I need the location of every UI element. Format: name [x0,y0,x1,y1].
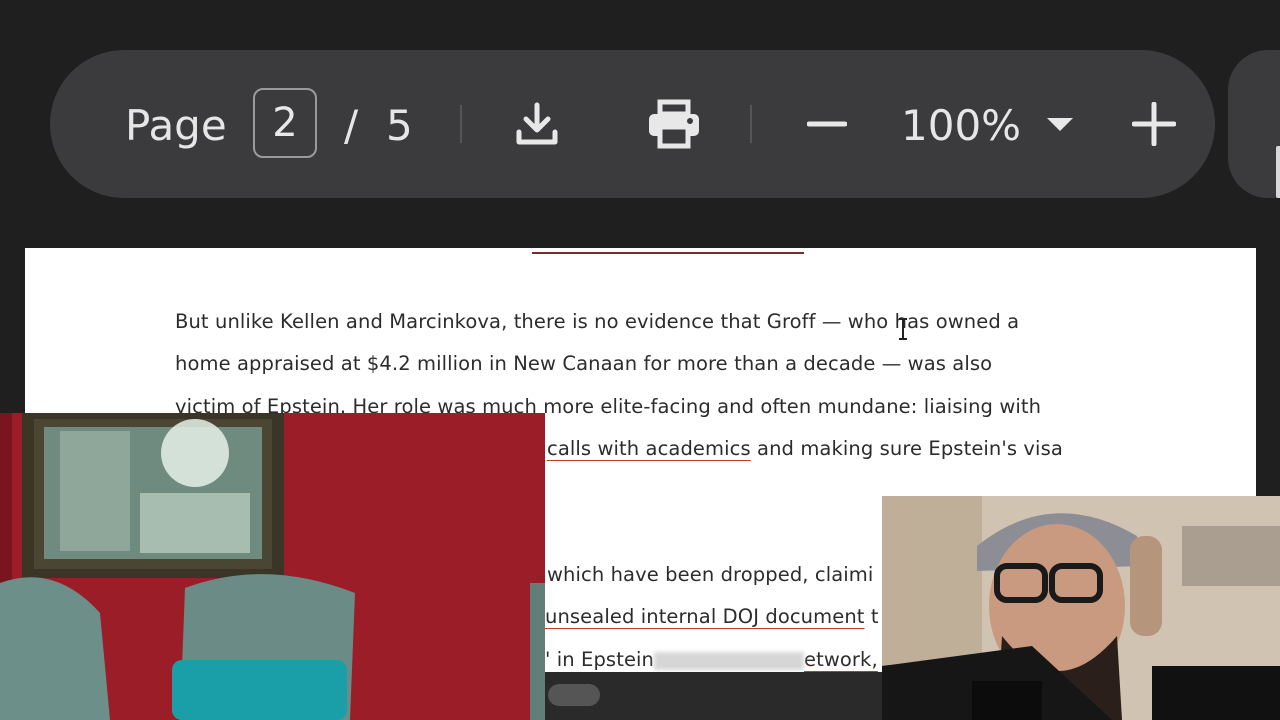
zoom-in-button[interactable] [1124,94,1184,154]
toolbar-overflow-section[interactable] [1228,50,1280,198]
horizontal-scrollbar-thumb[interactable] [548,684,600,706]
total-pages: 5 [386,101,413,150]
doc-line: But unlike Kellen and Marcinkova, there … [175,310,1020,333]
sidebar-toggle-icon [1276,146,1280,198]
zoom-out-icon [807,121,847,127]
text-cursor-icon [899,318,907,340]
download-icon [516,102,558,145]
redacted-blur [654,651,805,670]
page-number-input[interactable] [253,88,317,158]
zoom-dropdown-button[interactable] [1030,94,1090,154]
toolbar-divider [750,105,752,143]
print-icon [649,99,699,149]
print-button[interactable] [644,94,704,154]
zoom-dropdown-icon [1047,118,1073,131]
doc-line: which have been dropped, claimi [547,563,874,586]
link-underline-fragment [532,252,804,254]
network-link[interactable]: etwork, [804,648,878,671]
room-video-frame [0,413,545,720]
doc-line: ' in Epstein etwork, [545,648,878,671]
doc-line: home appraised at $4.2 million in New Ca… [175,352,993,375]
page-label: Page [125,101,227,150]
doc-line: unsealed internal DOJ document t [545,605,879,628]
toolbar-divider [460,105,462,143]
calls-with-academics-link[interactable]: calls with academics [547,437,751,460]
webcam-overlay-streamer [882,496,1280,720]
download-button[interactable] [507,94,567,154]
doj-document-link[interactable]: unsealed internal DOJ document [545,605,865,628]
page-separator: / [344,101,359,150]
webcam-overlay-room [0,413,545,720]
zoom-in-icon [1132,102,1176,146]
zoom-out-button[interactable] [797,94,857,154]
zoom-level: 100% [901,101,1022,150]
streamer-video-frame [882,496,1280,720]
pdf-toolbar: Page / 5 100% [50,50,1215,198]
doc-line: calls with academics and making sure Eps… [547,437,1063,460]
